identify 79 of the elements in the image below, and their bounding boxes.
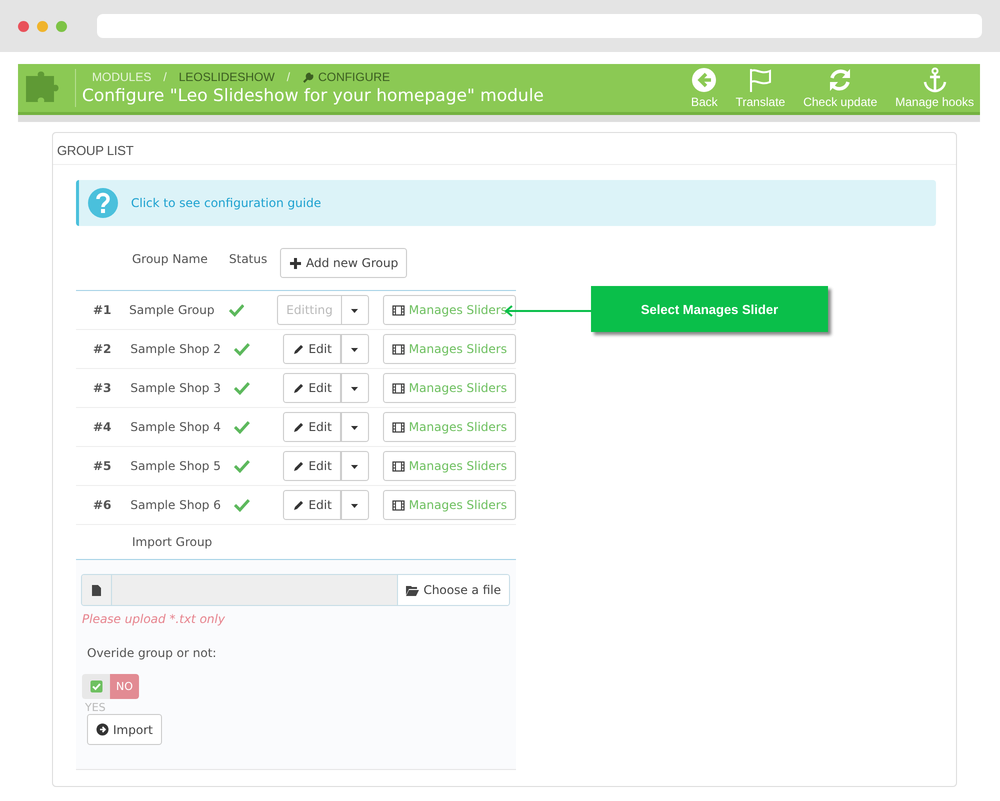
- group-name: Sample Shop 2: [130, 342, 222, 356]
- arrow-circle-icon: [96, 723, 109, 736]
- row-number: #6: [92, 498, 112, 512]
- edit-button[interactable]: Edit: [282, 334, 341, 364]
- row-number: #1: [92, 303, 112, 317]
- folder-icon: [406, 584, 420, 596]
- address-bar[interactable]: [97, 14, 982, 38]
- wrench-icon: [302, 70, 316, 84]
- dropdown-button[interactable]: [340, 334, 369, 364]
- pencil-icon: [292, 342, 305, 356]
- manage-sliders-button[interactable]: Manages Sliders: [382, 451, 516, 481]
- pencil-icon: [292, 498, 305, 512]
- edit-button[interactable]: Edit: [282, 490, 341, 520]
- film-icon: [392, 382, 405, 394]
- film-icon: [392, 420, 405, 434]
- add-group-button[interactable]: Add new Group: [280, 248, 408, 278]
- edit-button[interactable]: Edit: [282, 451, 341, 481]
- group-name: Sample Shop 3: [130, 381, 222, 395]
- row-number: #2: [92, 342, 112, 356]
- film-icon: [392, 498, 405, 512]
- film-icon: [392, 304, 405, 316]
- dropdown-button[interactable]: [340, 490, 369, 520]
- override-toggle[interactable]: NO: [82, 674, 139, 699]
- file-field[interactable]: Choose a file: [81, 574, 510, 606]
- manage-sliders-button[interactable]: Manages Sliders: [382, 373, 516, 403]
- film-icon: [392, 460, 405, 472]
- breadcrumb-separator: /: [163, 70, 167, 84]
- dropdown-button[interactable]: [340, 412, 369, 442]
- upload-hint: Please upload *.txt only: [82, 612, 226, 626]
- page-title: Configure "Leo Slideshow for your homepage" module: [82, 86, 545, 106]
- minimize-dot[interactable]: [37, 20, 48, 32]
- toolbar-button[interactable]: Translate: [734, 67, 788, 109]
- row-number: #5: [92, 459, 112, 473]
- film-icon: [392, 342, 405, 356]
- row-number: #4: [92, 420, 112, 434]
- row-number: #3: [92, 381, 112, 395]
- group-name: Sample Shop 6: [130, 498, 222, 512]
- yes-label: YES: [85, 702, 107, 714]
- column-header: Group Name: [132, 251, 209, 266]
- toolbar-button[interactable]: Manage hooks: [893, 67, 976, 109]
- manage-sliders-button[interactable]: Manages Sliders: [382, 412, 516, 442]
- dropdown-button[interactable]: [340, 373, 369, 403]
- pencil-icon: [292, 420, 305, 434]
- dropdown-button[interactable]: [340, 451, 369, 481]
- dropdown-button[interactable]: [340, 295, 369, 325]
- annotation-callout: Select Manages Slider: [591, 286, 828, 332]
- import-button[interactable]: Import: [87, 714, 162, 745]
- checkbox-icon: [90, 680, 102, 693]
- manage-sliders-button[interactable]: Manages Sliders: [382, 334, 516, 364]
- section-title: Import Group: [132, 535, 212, 549]
- maximize-dot[interactable]: [56, 20, 67, 32]
- editing-button[interactable]: Editting: [277, 295, 341, 325]
- column-header: Status: [229, 251, 268, 266]
- edit-button[interactable]: Edit: [282, 412, 341, 442]
- manage-sliders-button[interactable]: Manages Sliders: [382, 295, 516, 325]
- manage-sliders-button[interactable]: Manages Sliders: [382, 490, 516, 520]
- file-icon: [90, 584, 103, 596]
- breadcrumb-separator: /: [286, 70, 290, 84]
- close-dot[interactable]: [18, 20, 29, 32]
- panel-title: GROUP LIST: [53, 133, 956, 165]
- breadcrumb-link[interactable]: MODULES: [92, 70, 152, 84]
- group-name: Sample Shop 4: [130, 420, 222, 434]
- group-name: Sample Shop 5: [130, 459, 222, 473]
- breadcrumb-link[interactable]: LEOSLIDESHOW: [178, 70, 275, 84]
- override-label: Overide group or not:: [87, 646, 218, 660]
- flag-icon: [747, 67, 774, 93]
- toolbar-button[interactable]: Check update: [801, 67, 880, 109]
- pencil-icon: [292, 460, 305, 472]
- breadcrumb-link[interactable]: CONFIGURE: [302, 70, 390, 84]
- no-label: NO: [110, 674, 139, 699]
- help-icon: [87, 187, 119, 219]
- plus-icon: [289, 256, 302, 270]
- group-name: Sample Group: [129, 303, 216, 317]
- guide-link[interactable]: Click to see configuration guide: [131, 196, 322, 210]
- pencil-icon: [292, 382, 305, 394]
- edit-button[interactable]: Edit: [282, 373, 341, 403]
- choose-file-button[interactable]: Choose a file: [397, 575, 509, 605]
- anchor-icon: [922, 67, 948, 93]
- toolbar-button[interactable]: Back: [688, 67, 720, 109]
